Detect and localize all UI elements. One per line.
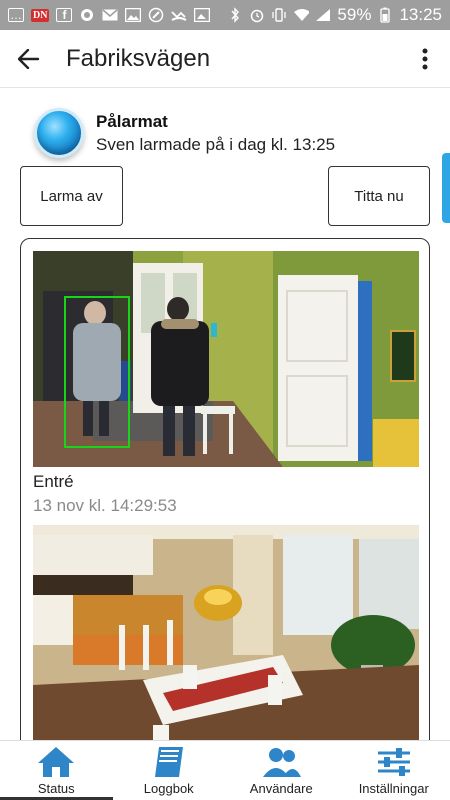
notification-icons: … DN f [8,7,211,23]
bluetooth-icon [227,7,243,23]
nav-status-label: Status [37,781,75,796]
dn-news-icon: DN [31,8,50,22]
nav-logbook[interactable]: Loggbok [113,741,226,800]
more-vert-icon [422,48,428,69]
clock: 13:25 [399,5,442,24]
vibrate-icon [271,8,287,22]
page-title: Fabriksvägen [66,44,211,72]
camera-list[interactable]: Entré 13 nov kl. 14:29:53 [20,238,430,800]
missed-call-icon [171,8,187,22]
image-icon [125,8,142,22]
nav-settings[interactable]: Inställningar [338,741,450,800]
back-button[interactable] [0,30,58,88]
alarm-status-subtitle: Sven larmade på i dag kl. 13:25 [96,134,336,154]
status-bar: … DN f 59% 13:25 [0,0,450,30]
camera-snapshot[interactable] [33,525,419,741]
camera-item[interactable] [33,525,419,741]
battery-percent: 59% [337,5,372,24]
battery-icon [377,7,393,23]
camera-item[interactable]: Entré 13 nov kl. 14:29:53 [33,251,419,516]
wifi-icon [293,8,310,22]
nav-status[interactable]: Status [0,741,113,800]
disarm-button[interactable]: Larma av [20,166,123,226]
nav-logbook-label: Loggbok [143,781,194,796]
home-icon [38,747,75,777]
users-icon [263,748,302,777]
facebook-icon: f [56,8,73,22]
alarm-clock-icon [249,8,265,23]
email-icon [102,8,118,22]
system-icons: 59% 13:25 [227,5,442,25]
chat-icon: … [8,8,24,22]
app-screen: … DN f 59% 13:25 Fabriksvägen Pålarmat S… [0,0,450,800]
alarm-status-icon [34,108,84,158]
signal-icon [315,8,331,22]
nav-settings-label: Inställningar [358,781,429,796]
side-drawer-handle[interactable] [442,153,450,223]
gallery-icon [194,8,211,22]
sliders-icon [377,748,410,776]
app-bar: Fabriksvägen [0,30,450,88]
camera-timestamp: 13 nov kl. 14:29:53 [33,496,177,515]
bottom-navigation: Status Loggbok Användare Inställningar [0,740,450,800]
alarm-status: Pålarmat Sven larmade på i dag kl. 13:25 [34,108,335,158]
alarm-status-text: Pålarmat Sven larmade på i dag kl. 13:25 [96,112,335,155]
circle-icon [79,8,95,22]
overflow-menu-button[interactable] [400,30,450,88]
nav-users-label: Användare [249,781,313,796]
watch-now-button[interactable]: Titta nu [328,166,430,226]
camera-snapshot[interactable] [33,251,419,467]
settings-icon [148,7,164,23]
nav-users[interactable]: Användare [225,741,338,800]
alarm-status-title: Pålarmat [96,111,168,131]
book-icon [154,747,183,777]
back-arrow-icon [18,48,40,69]
camera-name: Entré [33,472,74,491]
